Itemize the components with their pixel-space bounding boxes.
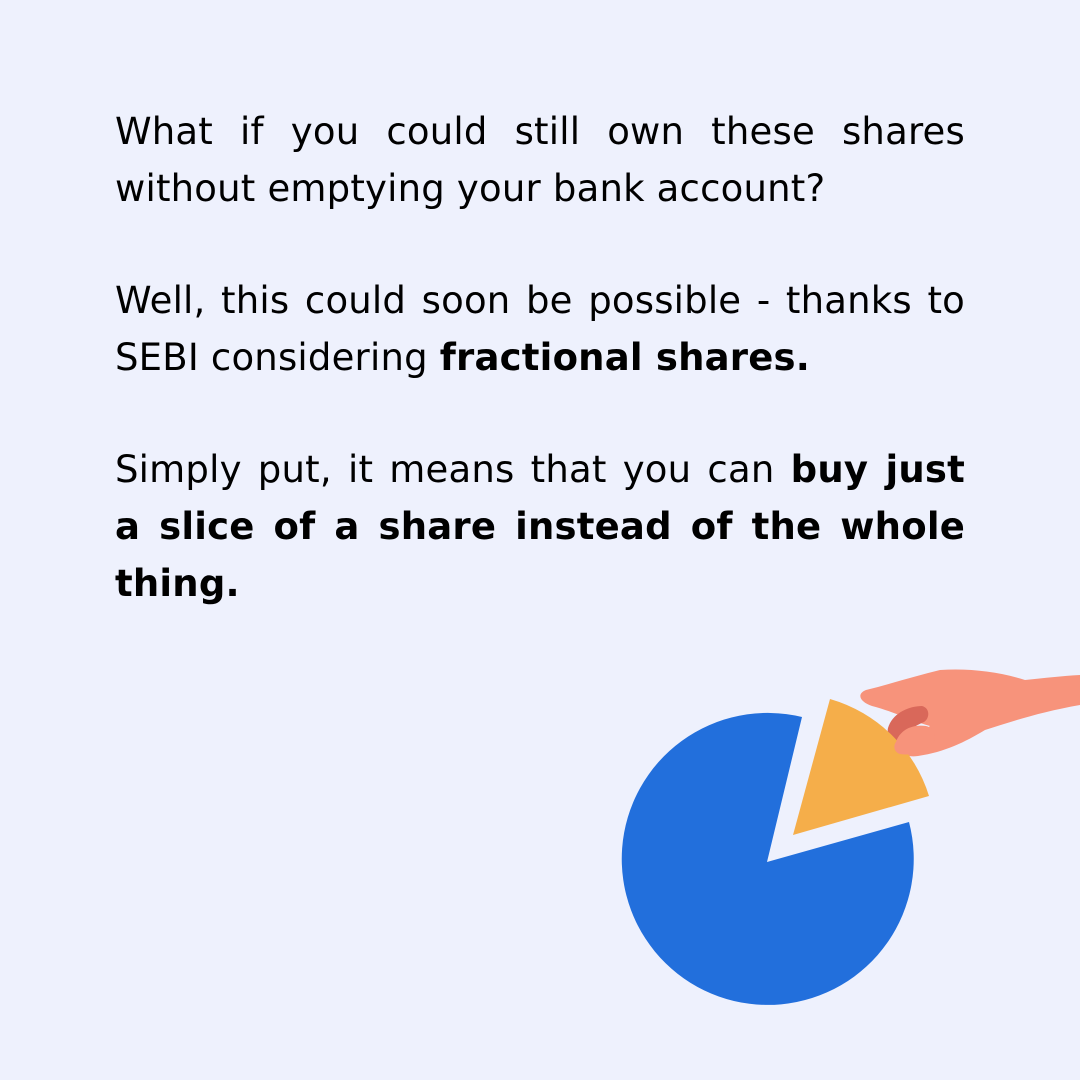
paragraph-question-text: What if you could still own these shares…	[115, 110, 965, 210]
paragraph-sebi: Well, this could soon be possible - than…	[115, 272, 965, 386]
paragraph-sebi-bold: fractional shares.	[439, 336, 811, 379]
paragraph-explanation: Simply put, it means that you can buy ju…	[115, 441, 965, 612]
paragraph-explanation-text: Simply put, it means that you can	[115, 448, 791, 491]
hand-taking-pie-slice-icon	[621, 669, 1080, 1005]
paragraph-question: What if you could still own these shares…	[115, 103, 965, 217]
text-block: What if you could still own these shares…	[115, 103, 965, 667]
